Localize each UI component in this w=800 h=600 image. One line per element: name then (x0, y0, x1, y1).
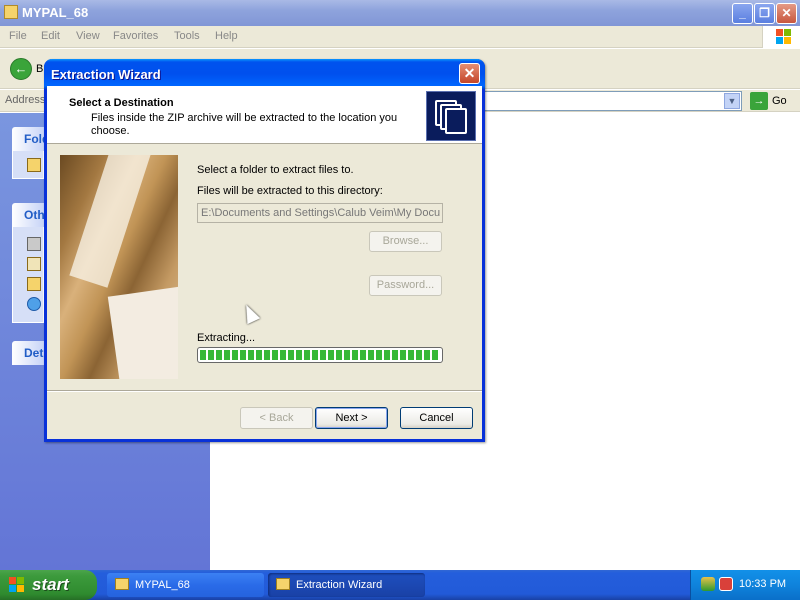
go-arrow-icon[interactable]: → (750, 92, 768, 110)
menu-view[interactable]: View (76, 30, 100, 42)
extracting-status: Extracting... (197, 332, 256, 344)
wizard-header: Select a Destination Files inside the ZI… (47, 86, 482, 144)
back-arrow-icon[interactable]: ← (10, 58, 32, 80)
folder-tasks-box (12, 151, 44, 179)
menu-help[interactable]: Help (215, 30, 238, 42)
go-label[interactable]: Go (772, 95, 787, 107)
network-status-icon[interactable] (701, 577, 715, 591)
taskbar-item-extraction-wizard[interactable]: Extraction Wizard (268, 573, 425, 597)
close-icon[interactable]: ✕ (459, 63, 480, 84)
header-title: Select a Destination (69, 97, 174, 109)
taskbar-item-label: Extraction Wizard (296, 579, 383, 591)
explorer-title: MYPAL_68 (22, 5, 89, 20)
explorer-close-button[interactable]: ✕ (776, 3, 797, 24)
system-tray: 10:33 PM (690, 570, 800, 600)
taskbar-item-mypal[interactable]: MYPAL_68 (107, 573, 264, 597)
folder-icon (276, 578, 290, 590)
browse-button[interactable]: Browse... (369, 231, 442, 252)
extraction-wizard-dialog: Extraction Wizard ✕ Select a Destination… (44, 59, 485, 442)
next-button[interactable]: Next > (315, 407, 388, 429)
menu-bar: File Edit View Favorites Tools Help (0, 26, 800, 48)
network-icon[interactable] (27, 297, 41, 311)
back-label[interactable]: B (36, 63, 43, 75)
other-places-box (12, 227, 44, 323)
directory-label: Files will be extracted to this director… (197, 185, 383, 197)
folder-icon[interactable] (27, 158, 41, 172)
back-button[interactable]: < Back (240, 407, 313, 429)
folder-tasks-header[interactable]: Fold (12, 127, 44, 151)
folder-icon (115, 578, 129, 590)
zip-folder-icon (426, 91, 476, 141)
start-label: start (32, 575, 69, 594)
taskbar: start MYPAL_68 Extraction Wizard 10:33 P… (0, 570, 800, 600)
taskbar-item-label: MYPAL_68 (135, 579, 190, 591)
menu-edit[interactable]: Edit (41, 30, 60, 42)
documents-icon[interactable] (27, 257, 41, 271)
explorer-titlebar[interactable]: MYPAL_68 _ ❐ ✕ (0, 0, 800, 26)
header-subtitle: Files inside the ZIP archive will be ext… (91, 112, 398, 137)
menu-tools[interactable]: Tools (174, 30, 200, 42)
progress-fill (200, 350, 440, 360)
chevron-down-icon[interactable]: ▼ (724, 93, 740, 109)
wizard-title: Extraction Wizard (51, 67, 161, 82)
security-shield-icon[interactable] (719, 577, 733, 591)
folder-icon (4, 5, 18, 19)
menu-file[interactable]: File (9, 30, 27, 42)
destination-path-field[interactable]: E:\Documents and Settings\Calub Veim\My … (197, 203, 443, 223)
password-button[interactable]: Password... (369, 275, 442, 296)
wizard-titlebar[interactable]: Extraction Wizard ✕ (44, 59, 485, 89)
divider (47, 390, 482, 392)
folder-icon[interactable] (27, 277, 41, 291)
start-button[interactable]: start (0, 570, 97, 600)
other-places-header[interactable]: Oth (12, 203, 44, 227)
wizard-side-image (60, 155, 178, 379)
address-input[interactable]: ▼ (480, 91, 742, 111)
address-label: Address (5, 94, 46, 106)
extraction-progress-bar (197, 347, 443, 363)
minimize-button[interactable]: _ (732, 3, 753, 24)
cancel-button[interactable]: Cancel (400, 407, 473, 429)
maximize-button[interactable]: ❐ (754, 3, 775, 24)
menu-favorites[interactable]: Favorites (113, 30, 158, 42)
clock[interactable]: 10:33 PM (739, 578, 786, 590)
select-folder-prompt: Select a folder to extract files to. (197, 164, 354, 176)
details-header[interactable]: Det (12, 341, 44, 365)
windows-flag-icon (9, 577, 25, 593)
user-icon[interactable] (27, 237, 41, 251)
windows-logo-icon (762, 26, 800, 48)
